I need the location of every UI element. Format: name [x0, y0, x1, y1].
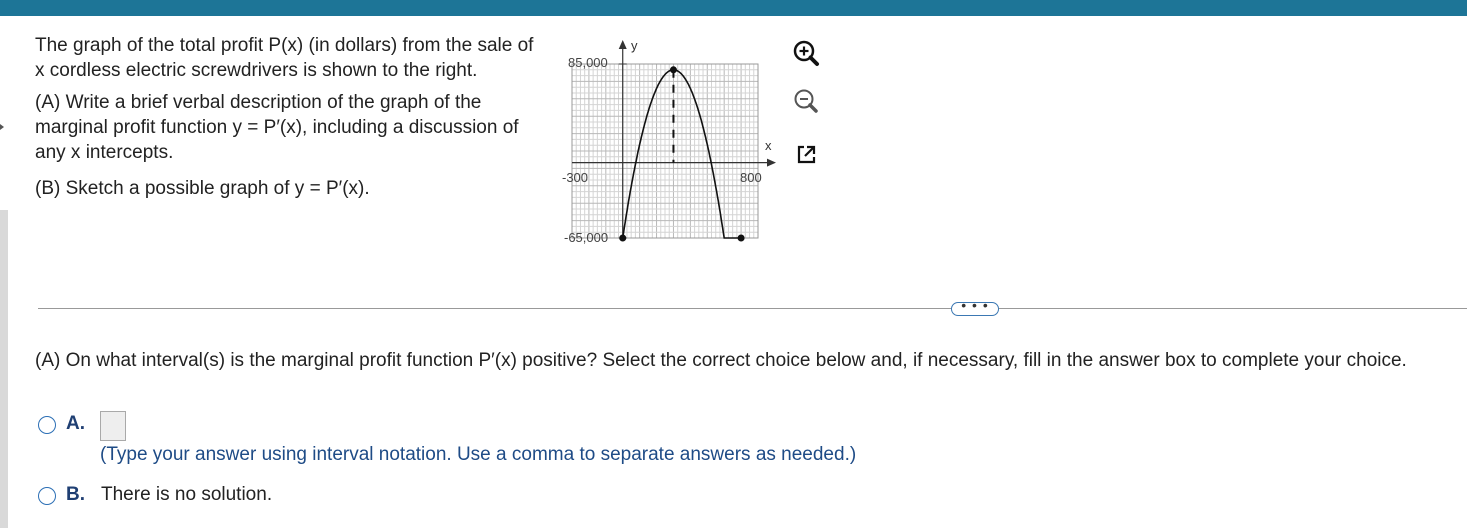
profit-graph-svg: y x 85,000 -65,000 -300 800	[562, 38, 776, 245]
x-axis-arrow-icon	[767, 158, 776, 167]
x-axis-label: x	[765, 138, 772, 153]
question-text: (A) On what interval(s) is the marginal …	[35, 350, 1407, 371]
problem-intro-line-2: x cordless electric screwdrivers is show…	[35, 60, 478, 81]
problem-part-a: (A) Write a brief verbal description of …	[35, 90, 545, 165]
choice-b-text: There is no solution.	[101, 484, 273, 505]
y-axis-label: y	[631, 38, 638, 53]
choice-b-radio[interactable]	[38, 487, 56, 505]
top-banner	[0, 0, 1467, 16]
left-collapse-arrow-icon[interactable]	[0, 124, 4, 130]
x-max-tick-label: 800	[740, 170, 762, 185]
x-min-tick-label: -300	[562, 170, 588, 185]
problem-part-b: (B) Sketch a possible graph of y = P′(x)…	[35, 178, 370, 199]
section-divider	[38, 308, 1467, 309]
curve-end-point	[737, 234, 745, 242]
zoom-in-icon[interactable]	[790, 38, 822, 70]
zoom-out-icon[interactable]	[790, 86, 822, 118]
more-options-button[interactable]: • • •	[951, 297, 999, 316]
y-max-tick-label: 85,000	[568, 55, 608, 70]
choice-a-letter: A.	[66, 413, 85, 434]
part-a-line-2: marginal profit function y = P′(x), incl…	[35, 117, 519, 138]
choice-b-letter: B.	[66, 484, 85, 505]
choice-a-answer-box[interactable]	[100, 411, 126, 441]
problem-intro-line-1: The graph of the total profit P(x) (in d…	[35, 35, 534, 56]
curve-start-point	[619, 234, 627, 242]
left-scroll-rail[interactable]	[0, 210, 8, 528]
curve-vertex-point	[669, 66, 677, 74]
part-a-line-1: (A) Write a brief verbal description of …	[35, 92, 482, 113]
y-axis-arrow-icon	[618, 40, 627, 49]
pop-out-icon[interactable]	[790, 138, 822, 170]
graph-grid	[571, 63, 759, 239]
problem-intro: The graph of the total profit P(x) (in d…	[35, 33, 555, 83]
choice-a-hint: (Type your answer using interval notatio…	[100, 444, 857, 465]
y-min-tick-label: -65,000	[564, 230, 608, 245]
part-a-line-3: any x intercepts.	[35, 142, 174, 163]
choice-a-radio[interactable]	[38, 416, 56, 434]
more-options-dots: • • •	[961, 297, 989, 313]
profit-graph: y x 85,000 -65,000 -300 800	[555, 32, 785, 252]
